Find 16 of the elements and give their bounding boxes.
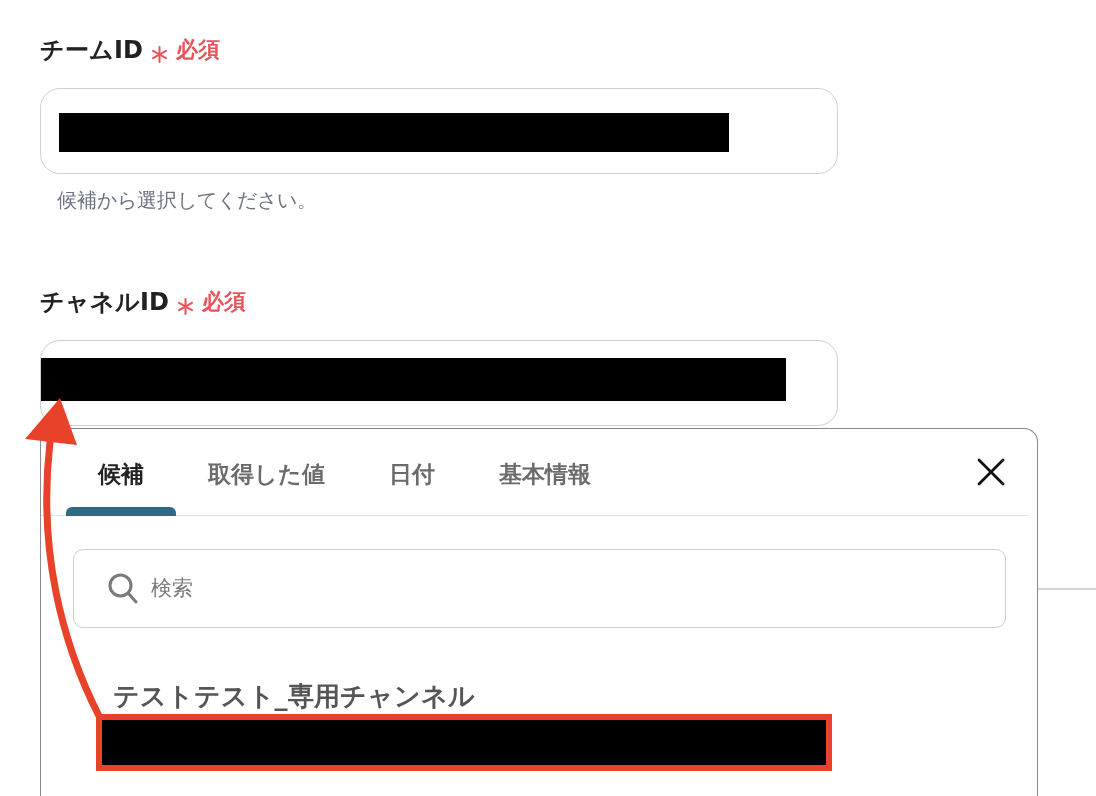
close-icon bbox=[977, 457, 1005, 486]
field-label: チームID bbox=[40, 35, 143, 66]
field-label: チャネルID bbox=[40, 287, 169, 318]
input-field[interactable] bbox=[40, 340, 838, 426]
tab[interactable]: 取得した値 bbox=[175, 442, 357, 515]
required-label: 必須 bbox=[175, 36, 220, 64]
tab[interactable]: 候補 bbox=[65, 442, 176, 515]
tab[interactable]: 日付 bbox=[356, 442, 467, 515]
hint-text: 候補から選択してください。 bbox=[57, 187, 317, 214]
search-icon bbox=[107, 572, 138, 604]
input-field[interactable] bbox=[40, 88, 838, 174]
close-button[interactable] bbox=[977, 457, 1005, 486]
required-label: 必須 bbox=[201, 288, 246, 316]
option-title[interactable]: テストテスト_専用チャンネル bbox=[112, 678, 475, 713]
search-field[interactable]: 検索 bbox=[72, 548, 1006, 628]
tab[interactable]: 基本情報 bbox=[466, 442, 623, 515]
